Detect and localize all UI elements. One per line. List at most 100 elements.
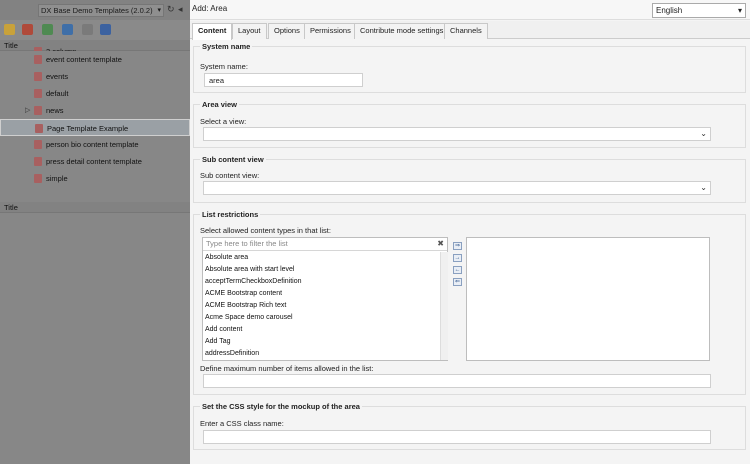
max-items-label: Define maximum number of items allowed i… [200, 364, 374, 373]
move-icon[interactable] [62, 24, 73, 35]
site-select-value: DX Base Demo Templates (2.0.2) [41, 6, 153, 15]
system-name-legend: System name [200, 42, 253, 51]
css-class-label: Enter a CSS class name: [200, 419, 284, 428]
chevron-down-icon: ▾ [157, 7, 161, 14]
filter-input[interactable]: Type here to filter the list ✖ [203, 238, 447, 251]
tab-channels[interactable]: Channels [444, 23, 488, 39]
tree-toolbar [0, 20, 190, 40]
refresh-icon[interactable]: ↻ [167, 5, 176, 14]
remove-selected-arrow-icon[interactable]: ← [453, 266, 462, 274]
tab-layout[interactable]: Layout [232, 23, 267, 39]
tree-item-label: 3 column [46, 43, 76, 51]
tree-item-label: press detail content template [46, 157, 142, 166]
template-doc-icon [35, 124, 43, 133]
system-name-label: System name: [200, 62, 248, 71]
dialog-title: Add: Area [192, 4, 228, 13]
language-value: English [656, 6, 683, 15]
publish-icon[interactable] [100, 24, 111, 35]
list-item[interactable]: Add content [205, 324, 242, 336]
sub-content-view-select[interactable]: ⌄ [203, 181, 711, 195]
tree-footer-header[interactable]: Title [0, 202, 190, 213]
tree-item[interactable]: press detail content template [0, 153, 190, 170]
tree-item-label: simple [46, 174, 68, 183]
dialog-tabs: Content Layout Options Permissions Contribut… [190, 21, 750, 40]
tree-item-label: Page Template Example [47, 124, 129, 133]
tree-item[interactable]: events [0, 68, 190, 85]
css-style-legend: Set the CSS style for the mockup of the … [200, 402, 362, 411]
tree-item[interactable]: ▷ news [0, 102, 190, 119]
tree-item[interactable]: event content template [0, 51, 190, 68]
add-area-dialog: Add: Area English ▾ Content Layout Options… [190, 0, 750, 464]
template-doc-icon [34, 55, 42, 64]
css-style-section: Set the CSS style for the mockup of the … [193, 402, 746, 450]
area-view-legend: Area view [200, 100, 240, 109]
dialog-titlebar: Add: Area English ▾ [190, 0, 750, 20]
tree-footer-title: Title [4, 203, 18, 212]
tab-contribute-mode-settings[interactable]: Contribute mode settings [354, 23, 450, 39]
list-scrollbar[interactable] [440, 252, 448, 360]
area-view-select[interactable]: ⌄ [203, 127, 711, 141]
copy-icon[interactable] [42, 24, 53, 35]
system-name-section: System name System name: area [193, 42, 746, 93]
template-doc-icon [34, 106, 42, 115]
chevron-down-icon: ▾ [737, 6, 742, 15]
sub-content-view-section: Sub content view Sub content view: ⌄ [193, 155, 746, 203]
left-panel: DX Base Demo Templates (2.0.2) ▾ ↻ ◂ Tit… [0, 0, 190, 464]
available-types-list[interactable]: Type here to filter the list ✖ Absolute … [202, 237, 448, 361]
list-item[interactable]: ACME Bootstrap Rich text [205, 300, 286, 312]
expand-arrow-icon[interactable]: ▷ [25, 102, 30, 119]
collapse-panel-icon[interactable]: ◂ [178, 5, 187, 14]
tree-item-label: default [46, 89, 69, 98]
template-tree: 3 columnevent content templateeventsdefa… [0, 47, 190, 187]
template-doc-icon [34, 89, 42, 98]
list-item[interactable]: addressDefinition [205, 348, 259, 360]
sub-content-view-label: Sub content view: [200, 171, 260, 180]
system-name-input[interactable]: area [204, 73, 363, 87]
template-doc-icon [34, 140, 42, 149]
tree-item-label: events [46, 72, 69, 81]
add-selected-arrow-icon[interactable]: → [453, 254, 462, 262]
template-doc-icon [34, 157, 42, 166]
area-view-section: Area view Select a view: ⌄ [193, 100, 746, 148]
site-selector-bar: DX Base Demo Templates (2.0.2) ▾ ↻ ◂ [0, 0, 190, 20]
allowed-types-label: Select allowed content types in that lis… [200, 226, 331, 235]
tab-content[interactable]: Content [192, 23, 233, 40]
css-class-input[interactable] [203, 430, 711, 444]
list-item[interactable]: Absolute area with start level [205, 264, 295, 276]
clear-filter-icon[interactable]: ✖ [437, 238, 444, 250]
chevron-down-icon: ⌄ [700, 183, 707, 192]
template-doc-icon [34, 174, 42, 183]
area-view-label: Select a view: [200, 117, 247, 126]
list-restrictions-section: List restrictions Select allowed content… [193, 210, 746, 395]
add-all-arrow-icon[interactable]: ⇒ [453, 242, 462, 250]
edit-icon[interactable] [82, 24, 93, 35]
list-item[interactable]: ACME Bootstrap content [205, 288, 282, 300]
list-restrictions-legend: List restrictions [200, 210, 261, 219]
selected-types-list[interactable] [466, 237, 710, 361]
tree-item[interactable]: 3 column [0, 43, 190, 51]
filter-placeholder: Type here to filter the list [206, 239, 288, 248]
max-items-input[interactable] [203, 374, 711, 388]
list-item[interactable]: acceptTermCheckboxDefinition [205, 276, 302, 288]
chevron-down-icon: ⌄ [700, 129, 707, 138]
tab-permissions[interactable]: Permissions [304, 23, 357, 39]
sub-content-view-legend: Sub content view [200, 155, 266, 164]
list-item[interactable]: Absolute area [205, 252, 248, 264]
tree-item-label: person bio content template [46, 140, 139, 149]
new-template-icon[interactable] [4, 24, 15, 35]
tree-item[interactable]: simple [0, 170, 190, 187]
list-item[interactable]: Acme Space demo carousel [205, 312, 293, 324]
delete-icon[interactable] [22, 24, 33, 35]
tree-item[interactable]: Page Template Example [0, 119, 190, 136]
template-doc-icon [34, 72, 42, 81]
site-select[interactable]: DX Base Demo Templates (2.0.2) ▾ [38, 4, 164, 17]
tree-item[interactable]: person bio content template [0, 136, 190, 153]
system-name-value: area [209, 76, 225, 85]
tree-item-label: event content template [46, 55, 122, 64]
tree-item-label: news [46, 106, 64, 115]
tree-item[interactable]: default [0, 85, 190, 102]
remove-all-arrow-icon[interactable]: ⇐ [453, 278, 462, 286]
list-item[interactable]: Add Tag [205, 336, 231, 348]
language-select[interactable]: English ▾ [652, 3, 746, 18]
tab-options[interactable]: Options [268, 23, 306, 39]
